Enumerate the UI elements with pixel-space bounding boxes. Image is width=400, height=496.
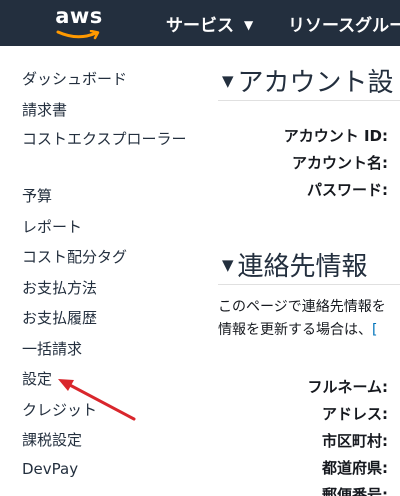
account-id-label: アカウント ID: (283, 127, 388, 145)
account-settings-heading[interactable]: ▼ アカウント設 (222, 62, 394, 99)
contact-info-description-2: 情報を更新する場合は、[ (218, 319, 377, 339)
contact-info-title: 連絡先情報 (237, 252, 368, 282)
city-label: 市区町村: (322, 432, 388, 450)
section-divider (218, 284, 400, 285)
contact-info-heading[interactable]: ▼ 連絡先情報 (222, 246, 368, 283)
password-label: パスワード: (307, 181, 388, 199)
full-name-label: フルネーム: (307, 378, 388, 396)
contact-info-description: このページで連絡先情報を (218, 299, 386, 315)
postal-code-label: 郵便番号: (322, 486, 388, 496)
account-name-label: アカウント名: (292, 154, 388, 172)
collapse-triangle-icon: ▼ (222, 255, 234, 274)
main-content: ▼ アカウント設 アカウント ID: アカウント名: パスワード: ▼ 連絡先情… (216, 46, 400, 496)
contact-update-link[interactable]: [ (372, 322, 377, 338)
address-label: アドレス: (322, 405, 388, 423)
account-settings-title: アカウント設 (237, 68, 394, 98)
collapse-triangle-icon: ▼ (222, 71, 234, 90)
section-divider (218, 100, 400, 101)
contact-info-description-text: 情報を更新する場合は、 (218, 322, 372, 338)
state-label: 都道府県: (322, 459, 388, 477)
